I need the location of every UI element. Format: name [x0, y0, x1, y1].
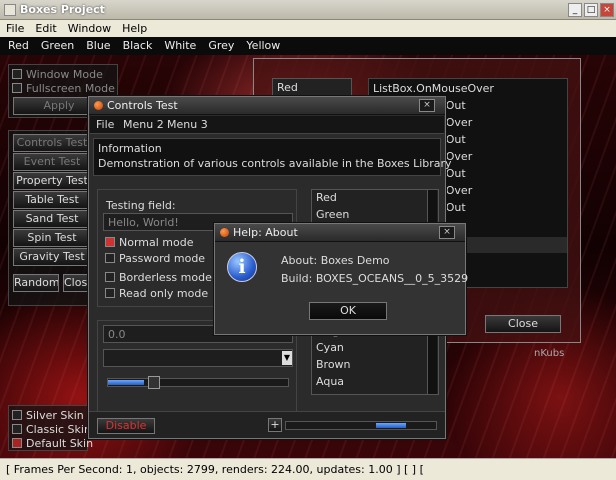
color-grey[interactable]: Grey: [200, 37, 238, 52]
default-skin-label: Default Skin: [26, 437, 94, 450]
borderless-mode-label: Borderless mode: [119, 271, 212, 284]
horizontal-slider[interactable]: [107, 376, 289, 389]
status-bar: [ Frames Per Second: 1, objects: 2799, r…: [0, 458, 616, 480]
menu-edit[interactable]: Edit: [29, 20, 61, 35]
main-menubar: File Edit Window Help: [0, 20, 616, 37]
silver-skin-radio[interactable]: [12, 410, 22, 420]
controls-menu-3[interactable]: Menu 3: [167, 118, 208, 131]
password-mode-label: Password mode: [119, 252, 206, 265]
close-window-button[interactable]: ×: [600, 3, 614, 17]
borderless-mode-option[interactable]: Borderless mode: [105, 271, 212, 284]
slider-handle[interactable]: [148, 376, 160, 389]
controls-test-button[interactable]: Controls Test: [13, 134, 91, 152]
color-green[interactable]: Green: [33, 37, 78, 52]
classic-skin-radio[interactable]: [12, 424, 22, 434]
window-mode-option[interactable]: Window Mode: [12, 68, 103, 81]
skins-panel: Silver Skin Classic Skin Default Skin: [8, 405, 93, 451]
dialog-icon: [94, 101, 103, 110]
classic-skin-option[interactable]: Classic Skin: [12, 423, 91, 436]
read-only-mode-label: Read only mode: [119, 287, 209, 300]
property-test-button[interactable]: Property Test: [13, 172, 91, 190]
window-titlebar: Boxes Project _ □ ×: [0, 0, 616, 20]
event-test-button[interactable]: Event Test: [13, 153, 91, 171]
default-skin-option[interactable]: Default Skin: [12, 437, 93, 450]
window-mode-label: Window Mode: [26, 68, 103, 81]
default-skin-radio[interactable]: [12, 438, 22, 448]
color-bar: Red Green Blue Black White Grey Yellow: [0, 37, 616, 55]
password-mode-radio[interactable]: [105, 253, 115, 263]
window-mode-checkbox[interactable]: [12, 69, 22, 79]
silver-skin-option[interactable]: Silver Skin: [12, 409, 84, 422]
bottom-slider-fill: [376, 423, 406, 428]
ok-button[interactable]: OK: [309, 302, 387, 320]
menu-window[interactable]: Window: [62, 20, 116, 35]
controls-menu-file[interactable]: File: [96, 118, 114, 131]
info-box: Information Demonstration of various con…: [93, 138, 452, 176]
menu-help[interactable]: Help: [116, 20, 152, 35]
disable-button[interactable]: Disable: [97, 418, 155, 434]
controls-test-title: Controls Test: [107, 99, 178, 112]
dialog-icon: [220, 228, 229, 237]
sand-test-button[interactable]: Sand Test: [13, 210, 91, 228]
spin-test-button[interactable]: Spin Test: [13, 229, 91, 247]
bottom-slider[interactable]: [285, 421, 437, 430]
color-black[interactable]: Black: [115, 37, 157, 52]
stepper-button[interactable]: +: [268, 418, 282, 432]
app-icon: [4, 4, 16, 16]
normal-mode-option[interactable]: Normal mode: [105, 236, 194, 249]
event-log-item: ListBox.OnMouseOver: [373, 82, 494, 95]
list-item[interactable]: Aqua: [312, 374, 438, 391]
list-item[interactable]: Green: [312, 207, 438, 224]
info-icon: i: [227, 252, 257, 282]
random-button[interactable]: Random: [13, 274, 59, 292]
fullscreen-mode-label: Fullscreen Mode: [26, 82, 115, 95]
faint-label: nKubs: [534, 348, 565, 359]
about-build: Build: BOXES_OCEANS__0_5_3529: [281, 272, 469, 285]
scene: Red Green Blue Black White Grey Yellow Window …: [0, 37, 616, 458]
controls-test-titlebar[interactable]: Controls Test ×: [89, 97, 445, 115]
classic-skin-label: Classic Skin: [26, 423, 91, 436]
list-item[interactable]: Brown: [312, 357, 438, 374]
about-name: About: Boxes Demo: [281, 254, 390, 267]
close-listbox-button[interactable]: Close: [485, 315, 561, 333]
about-dialog: Help: About × i About: Boxes Demo Build:…: [214, 223, 469, 335]
table-test-button[interactable]: Table Test: [13, 191, 91, 209]
list-item[interactable]: Cyan: [312, 340, 438, 357]
list-item[interactable]: Red: [312, 190, 438, 207]
close-icon[interactable]: ×: [439, 226, 455, 239]
about-title: Help: About: [233, 226, 298, 239]
controls-menubar: File Menu 2 Menu 3: [90, 116, 444, 134]
fullscreen-mode-option[interactable]: Fullscreen Mode: [12, 82, 115, 95]
read-only-mode-option[interactable]: Read only mode: [105, 287, 208, 300]
window-title: Boxes Project: [20, 3, 105, 16]
gravity-test-button[interactable]: Gravity Test: [13, 248, 91, 266]
close-icon[interactable]: ×: [419, 99, 435, 112]
silver-skin-label: Silver Skin: [26, 409, 84, 422]
borderless-mode-checkbox[interactable]: [105, 272, 115, 282]
color-yellow[interactable]: Yellow: [238, 37, 284, 52]
testing-field-label: Testing field:: [106, 199, 176, 212]
color-red[interactable]: Red: [0, 37, 33, 52]
fullscreen-mode-checkbox[interactable]: [12, 83, 22, 93]
minimize-button[interactable]: _: [568, 3, 582, 17]
maximize-button[interactable]: □: [584, 3, 598, 17]
controls-menu-2[interactable]: Menu 2: [123, 118, 164, 131]
color-white[interactable]: White: [156, 37, 200, 52]
normal-mode-label: Normal mode: [119, 236, 194, 249]
password-mode-option[interactable]: Password mode: [105, 252, 205, 265]
tests-panel: Controls Test Event Test Property Test T…: [8, 130, 93, 306]
info-title: Information: [98, 142, 162, 155]
color-blue[interactable]: Blue: [78, 37, 114, 52]
chevron-down-icon[interactable]: ▼: [282, 351, 292, 365]
listbox-left-label: Red: [277, 81, 298, 94]
listbox-left-item[interactable]: Red: [272, 78, 352, 96]
normal-mode-radio[interactable]: [105, 237, 115, 247]
menu-file[interactable]: File: [0, 20, 29, 35]
read-only-mode-checkbox[interactable]: [105, 288, 115, 298]
combo-box[interactable]: [103, 349, 293, 367]
slider-fill: [108, 380, 144, 385]
info-text: Demonstration of various controls availa…: [98, 157, 452, 170]
about-titlebar[interactable]: Help: About ×: [215, 224, 465, 242]
